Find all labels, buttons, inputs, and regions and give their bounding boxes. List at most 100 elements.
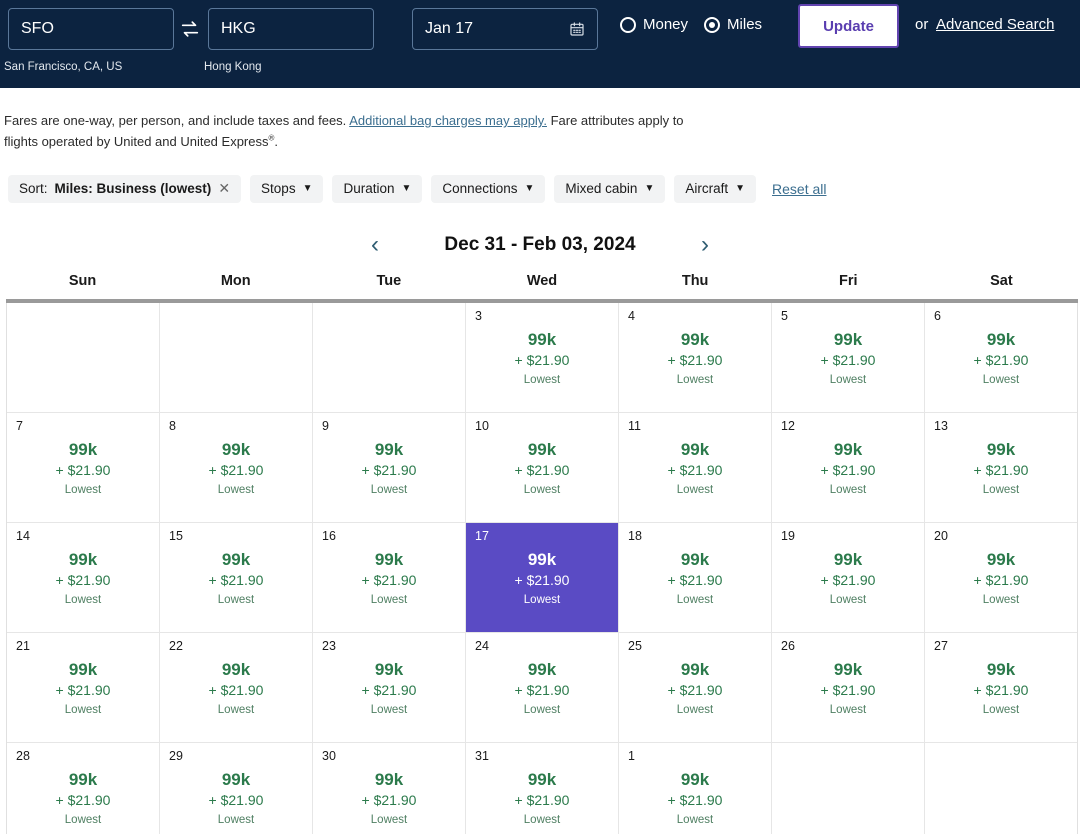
fare-miles: 99k [221,549,251,569]
fare-type-radio-group: Money Miles [620,16,762,33]
calendar-day-number: 17 [475,528,489,543]
calendar-cell[interactable]: 24 99k + $21.90 Lowest [466,632,618,742]
fare-cash: + $21.90 [208,792,264,809]
calendar-cell[interactable]: 7 99k + $21.90 Lowest [7,412,159,522]
next-period-button[interactable]: › [701,232,709,257]
sort-chip-value: Miles: Business (lowest) [54,181,212,197]
calendar-day-number: 3 [475,308,482,323]
calendar-cell[interactable]: 23 99k + $21.90 Lowest [313,632,465,742]
calendar-cell[interactable]: 19 99k + $21.90 Lowest [772,522,924,632]
fare-info: 99k + $21.90 Lowest [619,769,771,831]
fare-cash: + $21.90 [514,462,570,479]
fare-miles: 99k [680,549,710,569]
calendar-cell[interactable]: 16 99k + $21.90 Lowest [313,522,465,632]
fare-tag: Lowest [523,374,561,387]
fare-type-miles[interactable]: Miles [704,16,762,33]
calendar-cell[interactable]: 1 99k + $21.90 Lowest [619,742,771,834]
fare-miles: 99k [68,659,98,679]
fare-cash: + $21.90 [514,792,570,809]
fare-tag: Lowest [676,374,714,387]
calendar-cell[interactable]: 22 99k + $21.90 Lowest [160,632,312,742]
weekday-thu: Thu [681,272,709,289]
calendar-cell[interactable]: 20 99k + $21.90 Lowest [925,522,1077,632]
fare-miles: 99k [527,439,557,459]
additional-bag-charges-link[interactable]: Additional bag charges may apply. [349,113,547,128]
calendar-cell[interactable]: 8 99k + $21.90 Lowest [160,412,312,522]
fare-cash: + $21.90 [361,682,417,699]
calendar-cell[interactable]: 12 99k + $21.90 Lowest [772,412,924,522]
close-icon[interactable]: ✕ [218,180,230,197]
calendar-cell[interactable]: 31 99k + $21.90 Lowest [466,742,618,834]
filter-chip-stops[interactable]: Stops ▼ [250,174,324,203]
calendar-cell[interactable]: 3 99k + $21.90 Lowest [466,302,618,412]
fare-miles: 99k [680,769,710,789]
calendar-cell[interactable]: 26 99k + $21.90 Lowest [772,632,924,742]
fare-cash: + $21.90 [667,572,723,589]
calendar-cell[interactable]: 21 99k + $21.90 Lowest [7,632,159,742]
origin-sublabel: San Francisco, CA, US [4,61,123,73]
fare-tag: Lowest [217,814,255,827]
swap-horizontal-icon[interactable] [179,18,201,40]
calendar-cell[interactable]: 15 99k + $21.90 Lowest [160,522,312,632]
calendar-cell[interactable]: 4 99k + $21.90 Lowest [619,302,771,412]
fare-calendar-grid: 3 99k + $21.90 Lowest 4 99k + $21.90 Lowest 5 99k… [6,302,1078,834]
filter-chip-aircraft[interactable]: Aircraft ▼ [674,174,757,203]
calendar-cell[interactable]: 28 99k + $21.90 Lowest [7,742,159,834]
fare-tag: Lowest [64,814,102,827]
calendar-cell[interactable]: 11 99k + $21.90 Lowest [619,412,771,522]
calendar-cell[interactable]: 27 99k + $21.90 Lowest [925,632,1077,742]
fare-cash: + $21.90 [55,572,111,589]
calendar-cell[interactable]: 6 99k + $21.90 Lowest [925,302,1077,412]
calendar-cell[interactable]: 10 99k + $21.90 Lowest [466,412,618,522]
fare-info: 99k + $21.90 Lowest [160,659,312,721]
radio-dot-money [620,16,636,33]
fare-info: 99k + $21.90 Lowest [772,659,924,721]
calendar-cell[interactable]: 25 99k + $21.90 Lowest [619,632,771,742]
fare-info: 99k + $21.90 Lowest [7,769,159,831]
fare-info: 99k + $21.90 Lowest [466,769,618,831]
calendar-cell-empty [7,302,159,412]
calendar-day-number: 6 [934,308,941,323]
fare-info: 99k + $21.90 Lowest [313,659,465,721]
calendar-cell[interactable]: 13 99k + $21.90 Lowest [925,412,1077,522]
fare-cash: + $21.90 [514,572,570,589]
fare-tag: Lowest [829,484,867,497]
calendar-day-number: 21 [16,638,30,653]
filter-chip-duration[interactable]: Duration ▼ [332,174,423,203]
fare-miles: 99k [374,769,404,789]
fare-tag: Lowest [370,484,408,497]
calendar-cell[interactable]: 18 99k + $21.90 Lowest [619,522,771,632]
fare-info: 99k + $21.90 Lowest [466,549,618,611]
calendar-icon[interactable] [569,21,585,37]
destination-input[interactable]: HKG [208,8,374,50]
chevron-down-icon: ▼ [644,183,655,195]
fare-miles: 99k [833,549,863,569]
fare-miles: 99k [221,439,251,459]
filter-chip-mixed-cabin[interactable]: Mixed cabin ▼ [554,174,666,203]
fare-type-money[interactable]: Money [620,16,688,33]
fare-miles: 99k [680,659,710,679]
calendar-day-number: 25 [628,638,642,653]
advanced-search-link[interactable]: Advanced Search [936,16,1054,33]
calendar-cell-selected[interactable]: 17 99k + $21.90 Lowest [466,522,618,632]
reset-all-link[interactable]: Reset all [772,181,826,197]
sort-chip[interactable]: Sort: Miles: Business (lowest) ✕ [8,174,242,203]
update-button[interactable]: Update [798,4,899,48]
calendar-cell[interactable]: 5 99k + $21.90 Lowest [772,302,924,412]
calendar-cell[interactable]: 14 99k + $21.90 Lowest [7,522,159,632]
filter-chip-stops-label: Stops [261,181,296,197]
fare-miles: 99k [833,439,863,459]
calendar-cell[interactable]: 9 99k + $21.90 Lowest [313,412,465,522]
calendar-cell[interactable]: 30 99k + $21.90 Lowest [313,742,465,834]
origin-code: SFO [21,20,54,37]
origin-input[interactable]: SFO [8,8,174,50]
fare-miles: 99k [68,439,98,459]
calendar-cell[interactable]: 29 99k + $21.90 Lowest [160,742,312,834]
filter-chip-connections[interactable]: Connections ▼ [431,174,546,203]
fare-cash: + $21.90 [667,462,723,479]
date-input[interactable]: Jan 17 [412,8,598,50]
destination-sublabel: Hong Kong [204,61,262,73]
fare-cash: + $21.90 [667,352,723,369]
fare-info: 99k + $21.90 Lowest [466,439,618,501]
previous-period-button[interactable]: ‹ [371,232,379,257]
